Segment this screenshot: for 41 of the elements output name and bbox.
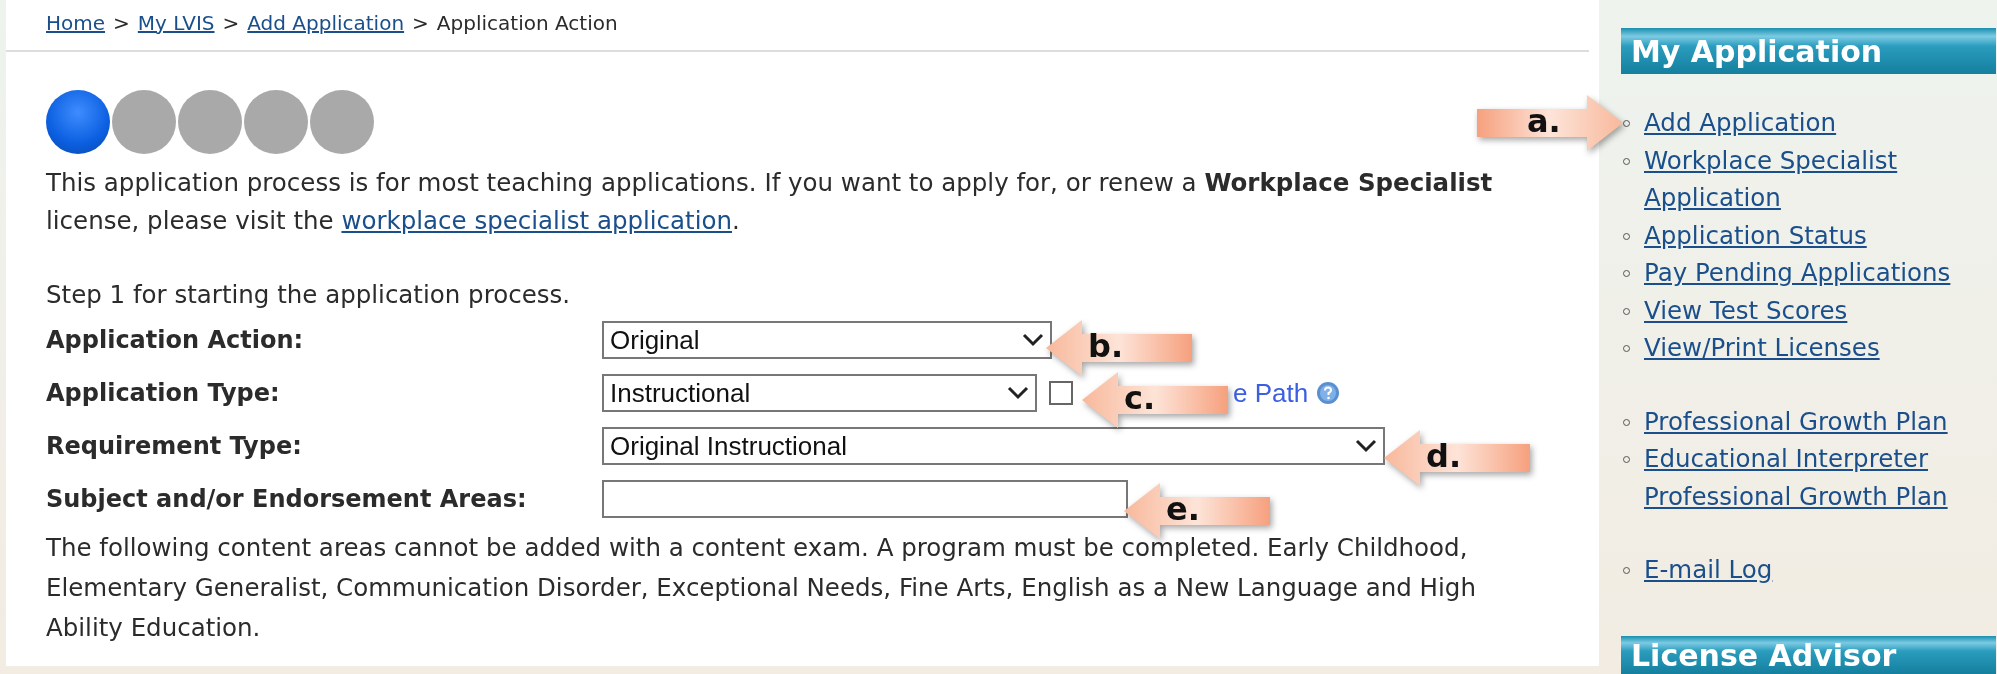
sidebar-link[interactable]: Workplace Specialist Application: [1644, 141, 1991, 217]
callout-label: d.: [1426, 436, 1462, 476]
breadcrumb-text: >: [113, 11, 130, 35]
sidebar-link[interactable]: Pay Pending Applications: [1644, 254, 1951, 292]
sidebar-header: License Advisor: [1621, 636, 1996, 674]
callout-label: c.: [1124, 378, 1156, 418]
sidebar-link[interactable]: E-mail Log: [1644, 551, 1773, 589]
chevron-down-icon: [1355, 439, 1377, 453]
callout-label: a.: [1527, 101, 1561, 141]
help-icon[interactable]: [1316, 381, 1341, 405]
sidebar-link[interactable]: View/Print Licenses: [1644, 329, 1880, 367]
sidebar-link[interactable]: Educational Interpreter Professional Growth Plan: [1644, 440, 1991, 515]
field-label: Subject and/or Endorsement Areas:: [46, 485, 528, 513]
sidebar-link[interactable]: View Test Scores: [1644, 291, 1848, 329]
workplace-link[interactable]: workplace specialist application: [341, 206, 733, 235]
content-area-note: The following content areas cannot be added with a content exam. A program must be completed. Early Childhood, Elementary Generalist, Communication Disorder, Exceptional Needs, Fine Arts, English as a New Language and High Ability Education.: [46, 532, 1477, 644]
field-label: Application Action:: [46, 326, 305, 354]
checkbox[interactable]: [1049, 381, 1073, 405]
intro-text: This application process is for most teaching applications. If you want to apply for, or renew a Workplace Specialist license, please visit the workplace specialist application.: [46, 167, 1494, 237]
dropdown[interactable]: Instructional: [602, 374, 1037, 412]
checkbox-label[interactable]: e Path: [1233, 377, 1309, 409]
callout-label: b.: [1088, 326, 1124, 366]
chevron-down-icon: [1007, 386, 1029, 400]
sidebar-link[interactable]: Add Application: [1644, 104, 1837, 142]
dropdown[interactable]: Original: [602, 321, 1052, 359]
breadcrumb-text: Application Action: [436, 11, 618, 35]
breadcrumb-text: >: [222, 11, 240, 35]
sidebar-link[interactable]: Application Status: [1644, 216, 1867, 254]
sidebar-header: My Application: [1621, 28, 1996, 74]
breadcrumb-link[interactable]: My LVIS: [137, 11, 215, 35]
input-field[interactable]: [602, 480, 1128, 518]
breadcrumb-link[interactable]: Add Application: [247, 11, 405, 35]
field-label: Application Type:: [46, 379, 281, 407]
callout-label: e.: [1166, 489, 1200, 529]
breadcrumb-link[interactable]: Home: [46, 11, 106, 35]
breadcrumb-text: >: [412, 11, 429, 35]
dropdown[interactable]: Original Instructional: [602, 427, 1385, 465]
field-label: Requirement Type:: [46, 432, 303, 460]
sidebar-link[interactable]: Professional Growth Plan: [1644, 402, 1948, 440]
chevron-down-icon: [1022, 333, 1044, 347]
step-note: Step 1 for starting the application process.: [46, 280, 572, 309]
